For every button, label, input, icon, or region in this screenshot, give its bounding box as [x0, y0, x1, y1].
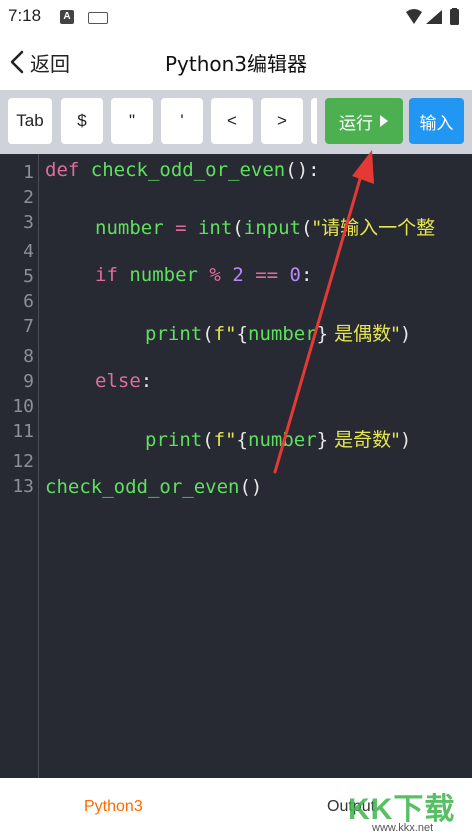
- line-number: 8: [23, 346, 34, 367]
- page-title: Python3编辑器: [164, 52, 308, 76]
- tab-output[interactable]: Output: [327, 798, 375, 816]
- code-token-function: int: [197, 217, 233, 239]
- code-token-operator: %: [197, 264, 233, 286]
- wifi-icon: [406, 9, 422, 24]
- code-line: def check_odd_or_even():: [45, 159, 320, 181]
- code-line: print(f"{number} 是偶数"): [145, 319, 411, 346]
- input-button[interactable]: 输入: [409, 98, 464, 144]
- status-icons: [406, 8, 459, 25]
- line-number: 2: [23, 187, 34, 208]
- code-token-punctuation: (): [239, 476, 263, 498]
- line-number: 11: [12, 421, 34, 442]
- code-token-punctuation: {: [236, 429, 248, 451]
- key-greater-than-button[interactable]: >: [261, 98, 303, 144]
- line-number: 13: [12, 476, 34, 497]
- code-token-variable: number: [248, 323, 317, 345]
- notification-a-icon: A: [60, 10, 74, 24]
- code-line: else:: [95, 370, 152, 392]
- status-time: 7:18: [8, 6, 42, 25]
- key-partial-button[interactable]: [311, 98, 317, 144]
- line-number: 9: [23, 371, 34, 392]
- code-token-punctuation: :: [140, 370, 153, 392]
- code-token-keyword: else: [95, 370, 141, 392]
- code-token-punctuation: ): [399, 429, 412, 451]
- code-token-number: 2: [232, 264, 244, 286]
- line-number: 12: [12, 451, 34, 472]
- code-token-punctuation: (: [202, 429, 214, 451]
- key-dollar-button[interactable]: $: [61, 98, 103, 144]
- code-token-punctuation: (: [232, 217, 244, 239]
- back-button[interactable]: 返回: [10, 46, 70, 78]
- code-token-string: "请输入一个整: [312, 217, 436, 239]
- bottom-tab-bar: Python3 Output: [0, 778, 472, 840]
- code-editor[interactable]: 1 2 3 4 5 6 7 8 9 10 11 12 13 def check_…: [0, 154, 472, 778]
- code-token-string: f": [213, 429, 237, 451]
- code-token-function: check_odd_or_even: [90, 159, 286, 181]
- battery-icon: [450, 9, 459, 25]
- code-token-variable: number: [129, 264, 198, 286]
- code-token-punctuation: }: [316, 429, 329, 451]
- chevron-left-icon: [10, 50, 24, 74]
- code-line: check_odd_or_even(): [45, 476, 262, 498]
- code-token-punctuation: (: [202, 323, 214, 345]
- code-token-operator: ==: [243, 264, 290, 286]
- key-single-quote-button[interactable]: ': [161, 98, 203, 144]
- code-token-punctuation: :: [300, 264, 313, 286]
- run-label: 运行: [339, 113, 373, 134]
- code-token-string: 是偶数": [328, 323, 400, 345]
- code-token-function: print: [145, 323, 203, 345]
- tab-python3[interactable]: Python3: [84, 798, 143, 816]
- code-token-function: input: [243, 217, 301, 239]
- code-line: if number % 2 == 0:: [95, 264, 312, 286]
- line-number: 10: [12, 396, 34, 417]
- run-button[interactable]: 运行: [325, 98, 403, 144]
- line-number: 7: [23, 316, 34, 337]
- code-token-punctuation: ():: [285, 159, 320, 181]
- code-token-punctuation: {: [236, 323, 248, 345]
- keyboard-icon: [88, 12, 108, 24]
- line-number-gutter: 1 2 3 4 5 6 7 8 9 10 11 12 13: [0, 154, 39, 778]
- code-token-operator: =: [163, 217, 198, 239]
- code-line: print(f"{number} 是奇数"): [145, 425, 411, 452]
- key-double-quote-button[interactable]: ": [111, 98, 153, 144]
- line-number: 5: [23, 266, 34, 287]
- code-token-punctuation: (: [300, 217, 313, 239]
- code-token-string: 是奇数": [328, 429, 400, 451]
- code-token-function: check_odd_or_even: [45, 476, 240, 498]
- status-bar: 7:18 A: [0, 0, 472, 34]
- back-label: 返回: [30, 51, 70, 76]
- nav-bar: 返回 Python3编辑器: [0, 34, 472, 90]
- code-token-keyword: if: [95, 264, 118, 286]
- code-token-string: f": [213, 323, 237, 345]
- code-token-number: 0: [289, 264, 301, 286]
- code-token-variable: number: [248, 429, 317, 451]
- signal-icon: [426, 10, 442, 24]
- play-icon: [380, 115, 388, 127]
- key-less-than-button[interactable]: <: [211, 98, 253, 144]
- line-number: 6: [23, 291, 34, 312]
- code-token-variable: number: [95, 217, 164, 239]
- line-number: 4: [23, 241, 34, 262]
- line-number: 3: [23, 212, 34, 233]
- symbol-toolbar: Tab $ " ' < > 运行 输入: [0, 90, 472, 154]
- code-line: number = int(input("请输入一个整: [95, 213, 435, 240]
- code-token-keyword: def: [45, 159, 80, 181]
- code-token-function: print: [145, 429, 203, 451]
- key-tab-button[interactable]: Tab: [8, 98, 52, 144]
- code-token-punctuation: }: [316, 323, 329, 345]
- code-token-punctuation: ): [399, 323, 412, 345]
- line-number: 1: [23, 162, 34, 183]
